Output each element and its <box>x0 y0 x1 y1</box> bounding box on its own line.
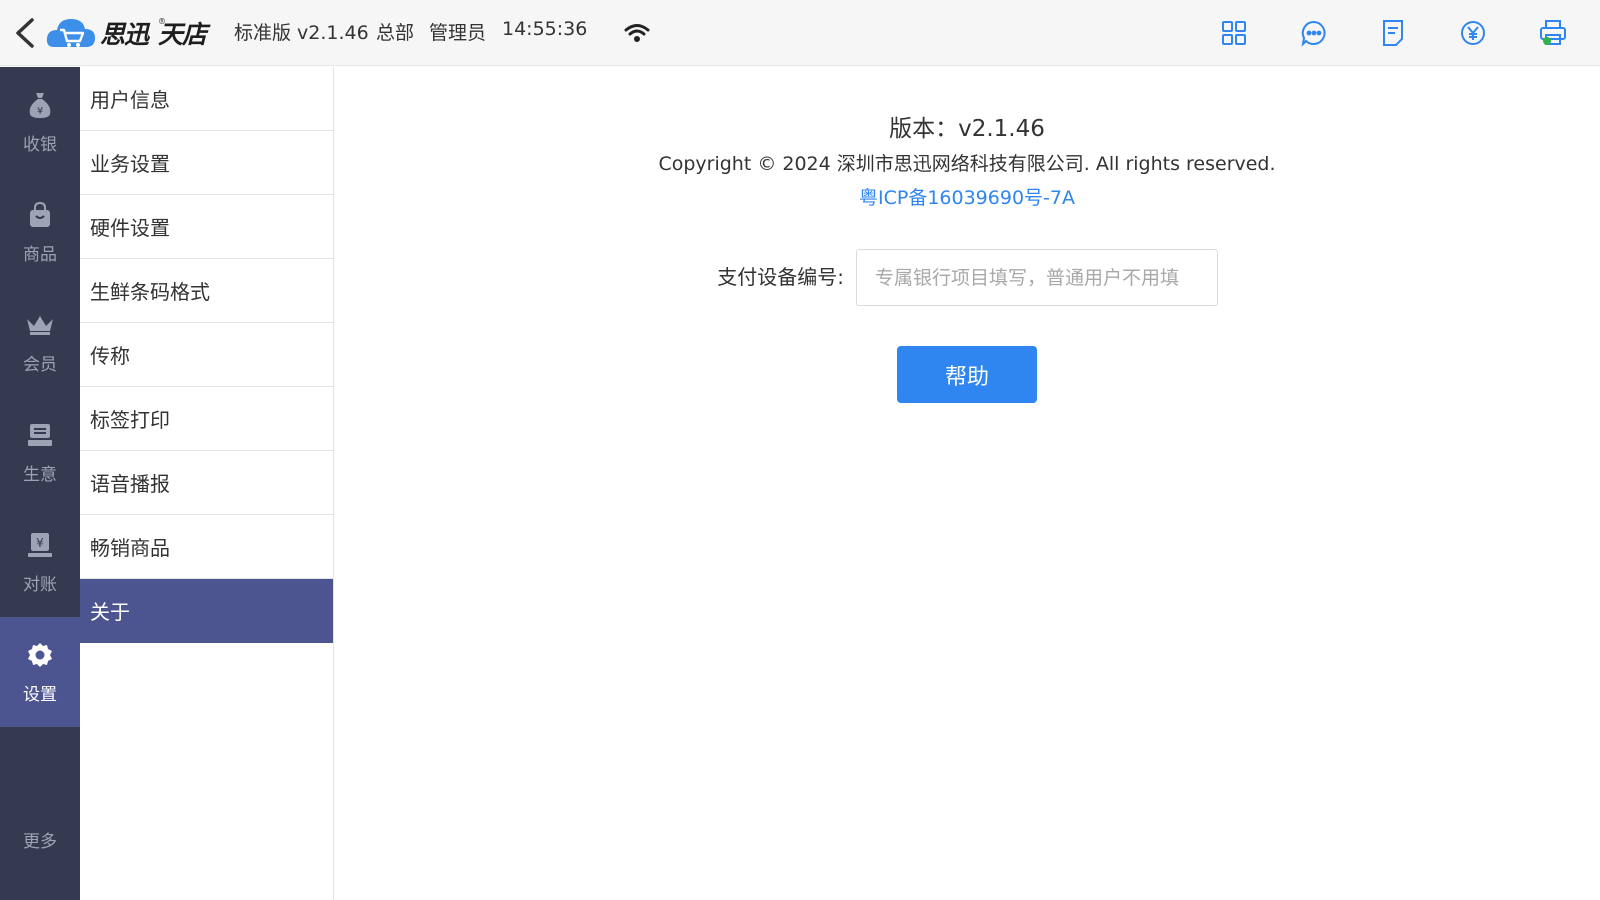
menu-item-scale-transfer[interactable]: 传称 <box>80 323 333 387</box>
user-role: 管理员 <box>429 22 487 44</box>
logo-text: 思迅 ® 天店 <box>100 17 207 49</box>
menu-item-voice-broadcast[interactable]: 语音播报 <box>80 451 333 515</box>
version-text: 版本：v2.1.46 <box>889 116 1045 142</box>
nav-label: 对账 <box>23 574 57 595</box>
app-logo: 思迅 ® 天店 <box>46 12 207 54</box>
nav-label: 会员 <box>23 354 57 375</box>
printer-icon[interactable] <box>1536 16 1570 50</box>
menu-item-hardware-settings[interactable]: 硬件设置 <box>80 195 333 259</box>
nav-more[interactable]: 更多 <box>0 827 80 852</box>
register-icon <box>25 420 55 450</box>
document-icon[interactable] <box>1376 16 1410 50</box>
yuan-icon[interactable] <box>1456 16 1490 50</box>
nav-item-products[interactable]: 商品 <box>0 177 80 287</box>
gear-icon <box>25 640 55 670</box>
nav-item-settings[interactable]: 设置 <box>0 617 80 727</box>
svg-text:¥: ¥ <box>36 536 44 550</box>
shopping-bag-icon <box>25 200 55 230</box>
about-panel: 版本：v2.1.46 Copyright © 2024 深圳市思迅网络科技有限公… <box>334 67 1600 900</box>
device-number-input[interactable] <box>856 249 1218 306</box>
icp-link[interactable]: 粤ICP备16039690号-7A <box>334 183 1600 210</box>
main-nav: ¥ 收银 商品 会员 生意 ¥ 对账 设置 更多 <box>0 67 80 900</box>
crown-icon <box>25 310 55 340</box>
nav-item-business[interactable]: 生意 <box>0 397 80 507</box>
nav-item-cashier[interactable]: ¥ 收银 <box>0 67 80 177</box>
menu-item-about[interactable]: 关于 <box>80 579 333 643</box>
chat-icon[interactable] <box>1297 16 1331 50</box>
nav-label: 商品 <box>23 244 57 265</box>
menu-item-business-settings[interactable]: 业务设置 <box>80 131 333 195</box>
cart-cloud-icon <box>46 13 96 53</box>
wifi-icon <box>624 22 650 44</box>
menu-item-fresh-barcode[interactable]: 生鲜条码格式 <box>80 259 333 323</box>
menu-item-user-info[interactable]: 用户信息 <box>80 67 333 131</box>
grid-icon[interactable] <box>1217 16 1251 50</box>
nav-label: 收银 <box>23 134 57 155</box>
money-bag-icon: ¥ <box>25 90 55 120</box>
edition-version: 标准版 v2.1.46 <box>234 22 369 44</box>
branch-name: 总部 <box>376 22 415 44</box>
copyright-text: Copyright © 2024 深圳市思迅网络科技有限公司. All righ… <box>658 153 1276 175</box>
nav-item-members[interactable]: 会员 <box>0 287 80 397</box>
nav-label: 生意 <box>23 464 57 485</box>
menu-item-bestsellers[interactable]: 畅销商品 <box>80 515 333 579</box>
help-button[interactable]: 帮助 <box>897 346 1037 403</box>
svg-text:¥: ¥ <box>37 106 43 117</box>
nav-label: 设置 <box>23 684 57 705</box>
clock-time: 14:55:36 <box>502 18 588 40</box>
reconcile-icon: ¥ <box>25 530 55 560</box>
device-number-label: 支付设备编号: <box>717 265 844 289</box>
top-bar: 思迅 ® 天店 标准版 v2.1.46 总部 管理员 14:55:36 <box>0 0 1600 66</box>
nav-item-reconcile[interactable]: ¥ 对账 <box>0 507 80 617</box>
back-arrow-icon[interactable] <box>10 14 42 52</box>
settings-menu: 用户信息 业务设置 硬件设置 生鲜条码格式 传称 标签打印 语音播报 畅销商品 … <box>80 67 334 900</box>
menu-item-label-print[interactable]: 标签打印 <box>80 387 333 451</box>
